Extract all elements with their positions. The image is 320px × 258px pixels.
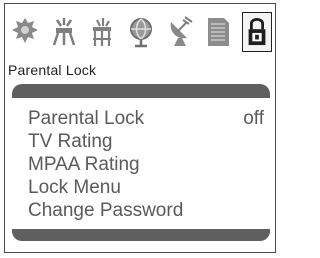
sound-icon[interactable] <box>49 12 79 52</box>
menu-title: Parental Lock <box>8 62 97 78</box>
parental-lock-value: off <box>243 108 264 129</box>
satellite-dish-icon[interactable] <box>165 12 195 52</box>
menu-item-mpaa-rating[interactable]: MPAA Rating <box>28 153 268 176</box>
panel-bottom-bar <box>12 229 270 241</box>
menu-item-parental-lock[interactable]: Parental Lock off <box>28 107 268 130</box>
lock-icon[interactable] <box>241 12 272 52</box>
menu-item-lock-menu[interactable]: Lock Menu <box>28 176 268 199</box>
globe-icon[interactable] <box>126 12 156 52</box>
timer-icon[interactable] <box>87 12 117 52</box>
menu-item-label: Change Password <box>28 200 184 221</box>
menu-list: Parental Lock off TV Rating MPAA Rating … <box>28 107 268 222</box>
menu-item-label: TV Rating <box>28 131 113 152</box>
panel-top-bar <box>12 84 270 98</box>
menu-item-label: MPAA Rating <box>28 154 140 175</box>
picture-icon[interactable] <box>10 12 40 52</box>
document-icon[interactable] <box>203 12 233 52</box>
menu-item-tv-rating[interactable]: TV Rating <box>28 130 268 153</box>
menu-item-label: Lock Menu <box>28 177 121 198</box>
menu-item-change-password[interactable]: Change Password <box>28 199 268 222</box>
menu-item-label: Parental Lock <box>28 108 145 129</box>
menu-icon-bar <box>10 10 272 54</box>
